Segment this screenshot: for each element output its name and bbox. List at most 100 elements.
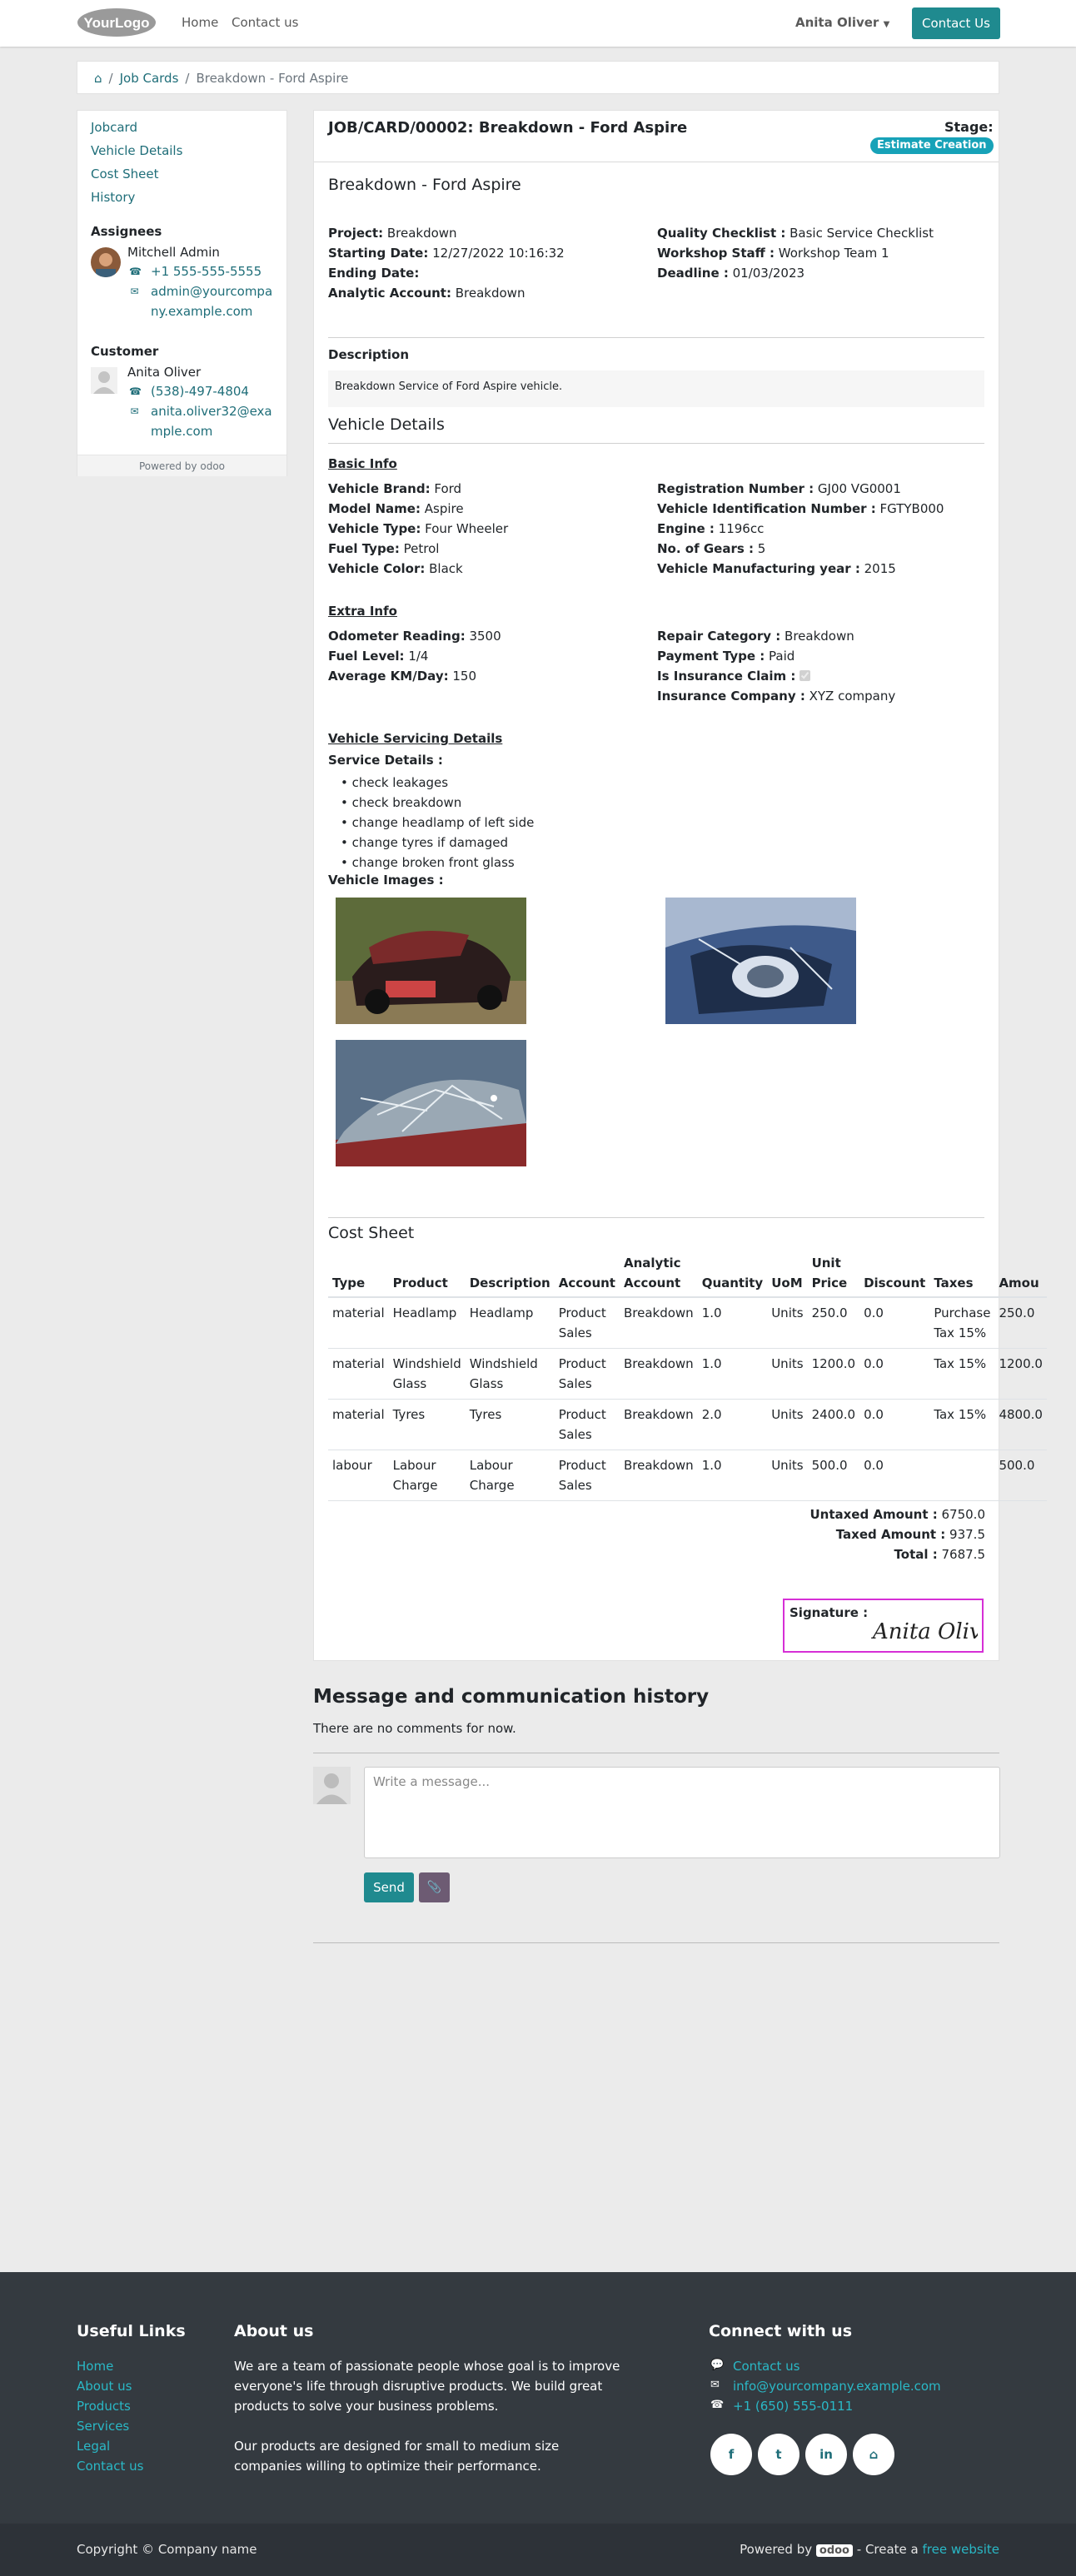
about-text-line: We are a team of passionate people whose… — [234, 2359, 620, 2374]
cell-uom: Units — [767, 1450, 808, 1501]
useful-links-heading: Useful Links — [77, 2322, 186, 2340]
cell-description: Windshield Glass — [465, 1348, 555, 1400]
company-logo[interactable]: YourLogo — [77, 7, 157, 38]
field-ending-date: Ending Date: — [328, 266, 419, 281]
cell-quantity: 1.0 — [697, 1297, 768, 1349]
field-workshop-staff: Workshop Staff : Workshop Team 1 — [657, 246, 889, 261]
field-value: 01/03/2023 — [728, 266, 805, 281]
send-button[interactable]: Send — [364, 1872, 414, 1902]
sidebar-link-vehicle-details[interactable]: Vehicle Details — [91, 143, 182, 158]
customer-email-line2[interactable]: mple.com — [151, 424, 212, 439]
nav-home-link[interactable]: Home — [182, 15, 218, 30]
sidebar-link-history[interactable]: History — [91, 190, 135, 205]
breadcrumb-separator: / — [108, 71, 113, 86]
customer-heading: Customer — [91, 344, 159, 359]
customer-phone[interactable]: (538)-497-4804 — [151, 384, 249, 399]
field-vehicle-color: Vehicle Color: Black — [328, 561, 463, 576]
breadcrumb-job-cards[interactable]: Job Cards — [120, 71, 179, 86]
assignee-email-line1[interactable]: admin@yourcompa — [151, 284, 272, 299]
vehicle-image-1[interactable] — [336, 898, 526, 1024]
linkedin-icon[interactable]: in — [805, 2434, 847, 2475]
footer-link-about[interactable]: About us — [77, 2379, 132, 2394]
footer-phone-link[interactable]: +1 (650) 555-0111 — [733, 2399, 853, 2414]
facebook-icon[interactable]: f — [710, 2434, 752, 2475]
taxed-amount: Taxed Amount : 937.5 — [836, 1527, 985, 1542]
home-icon[interactable]: ⌂ — [853, 2434, 894, 2475]
service-item: check leakages — [351, 775, 449, 790]
field-label: Starting Date: — [328, 246, 429, 261]
field-label: Vehicle Type: — [328, 521, 421, 536]
list-item: • change headlamp of left side — [341, 815, 535, 830]
table-row: material Windshield Glass Windshield Gla… — [328, 1348, 1047, 1400]
odoo-logo[interactable]: odoo — [815, 2544, 853, 2557]
cell-uom: Units — [767, 1399, 808, 1450]
free-website-link[interactable]: free website — [923, 2542, 999, 2557]
field-value: 2015 — [859, 561, 896, 576]
nav-contact-link[interactable]: Contact us — [232, 15, 298, 30]
field-gears: No. of Gears : 5 — [657, 541, 765, 556]
field-payment-type: Payment Type : Paid — [657, 649, 795, 664]
sidebar-link-cost-sheet[interactable]: Cost Sheet — [91, 167, 158, 182]
cell-unit-price: 1200.0 — [807, 1348, 860, 1400]
table-row: material Headlamp Headlamp Product Sales… — [328, 1297, 1047, 1349]
assignee-email-line2[interactable]: ny.example.com — [151, 304, 252, 319]
message-input[interactable]: Write a message... — [364, 1767, 1000, 1858]
footer-link-home[interactable]: Home — [77, 2359, 113, 2374]
sidebar: Jobcard Vehicle Details Cost Sheet Histo… — [77, 110, 287, 476]
column-header-text: Analytic Account — [623, 1256, 681, 1290]
field-insurance-claim: Is Insurance Claim : — [657, 669, 811, 684]
copyright-text: Copyright © Company name — [77, 2542, 257, 2557]
cell-account: Product Sales — [554, 1399, 620, 1450]
home-icon[interactable]: ⌂ — [94, 71, 102, 86]
footer-link-services[interactable]: Services — [77, 2419, 129, 2434]
field-value: Breakdown — [383, 226, 457, 241]
footer-link-products[interactable]: Products — [77, 2399, 131, 2414]
footer-link-contact[interactable]: Contact us — [77, 2459, 143, 2474]
contact-us-button[interactable]: Contact Us — [912, 7, 1000, 39]
jobcard-title: Breakdown - Ford Aspire — [328, 176, 521, 194]
cell-amount: 250.0 — [994, 1297, 1047, 1349]
cell-discount: 0.0 — [859, 1450, 930, 1501]
twitter-icon[interactable]: t — [758, 2434, 800, 2475]
cell-discount: 0.0 — [859, 1399, 930, 1450]
customer-name: Anita Oliver — [127, 365, 202, 380]
column-header-text: Unit Price — [811, 1256, 848, 1290]
cost-sheet-table: Type Product Description Account Analyti… — [328, 1250, 1047, 1501]
field-value: Breakdown — [451, 286, 526, 301]
field-value: Black — [425, 561, 463, 576]
vehicle-image-2[interactable] — [665, 898, 856, 1024]
sidebar-link-jobcard[interactable]: Jobcard — [91, 120, 137, 135]
customer-email-line1[interactable]: anita.oliver32@exa — [151, 404, 272, 419]
field-label: No. of Gears : — [657, 541, 754, 556]
servicing-heading: Vehicle Servicing Details — [328, 731, 503, 746]
divider — [313, 1942, 999, 1943]
user-menu[interactable]: Anita Oliver ▼ — [795, 15, 889, 30]
odoo-logo[interactable]: odoo — [200, 460, 225, 472]
untaxed-amount: Untaxed Amount : 6750.0 — [809, 1507, 985, 1522]
cell-taxes: Tax 15% — [929, 1348, 995, 1400]
field-value: GJ00 VG0001 — [814, 481, 901, 496]
paperclip-icon[interactable]: 📎 — [419, 1872, 450, 1902]
footer-email-link[interactable]: info@yourcompany.example.com — [733, 2379, 941, 2394]
cell-analytic: Breakdown — [619, 1348, 698, 1400]
amount-label: Taxed Amount : — [835, 1527, 946, 1542]
table-row: material Tyres Tyres Product Sales Break… — [328, 1399, 1047, 1450]
vehicle-image-3[interactable] — [336, 1040, 526, 1166]
list-item: • change tyres if damaged — [341, 835, 509, 850]
field-model-name: Model Name: Aspire — [328, 501, 464, 516]
powered-by-text: Powered by — [138, 460, 197, 472]
column-header: Account — [554, 1250, 620, 1298]
field-vehicle-brand: Vehicle Brand: Ford — [328, 481, 461, 496]
footer-link-legal[interactable]: Legal — [77, 2439, 110, 2454]
cell-discount: 0.0 — [859, 1348, 930, 1400]
field-label: Project: — [328, 226, 384, 241]
column-header: Analytic Account — [619, 1250, 698, 1298]
comment-icon: 💬 — [710, 2359, 725, 2371]
footer-contact-link[interactable]: Contact us — [733, 2359, 800, 2374]
assignee-phone[interactable]: +1 555-555-5555 — [151, 264, 262, 279]
cell-product: Headlamp — [388, 1297, 466, 1349]
powered-by-text: Powered by — [740, 2542, 813, 2557]
breadcrumb: ⌂ / Job Cards / Breakdown - Ford Aspire — [77, 61, 999, 94]
card-header: JOB/CARD/00002: Breakdown - Ford Aspire … — [314, 111, 999, 162]
column-header: Unit Price — [807, 1250, 860, 1298]
